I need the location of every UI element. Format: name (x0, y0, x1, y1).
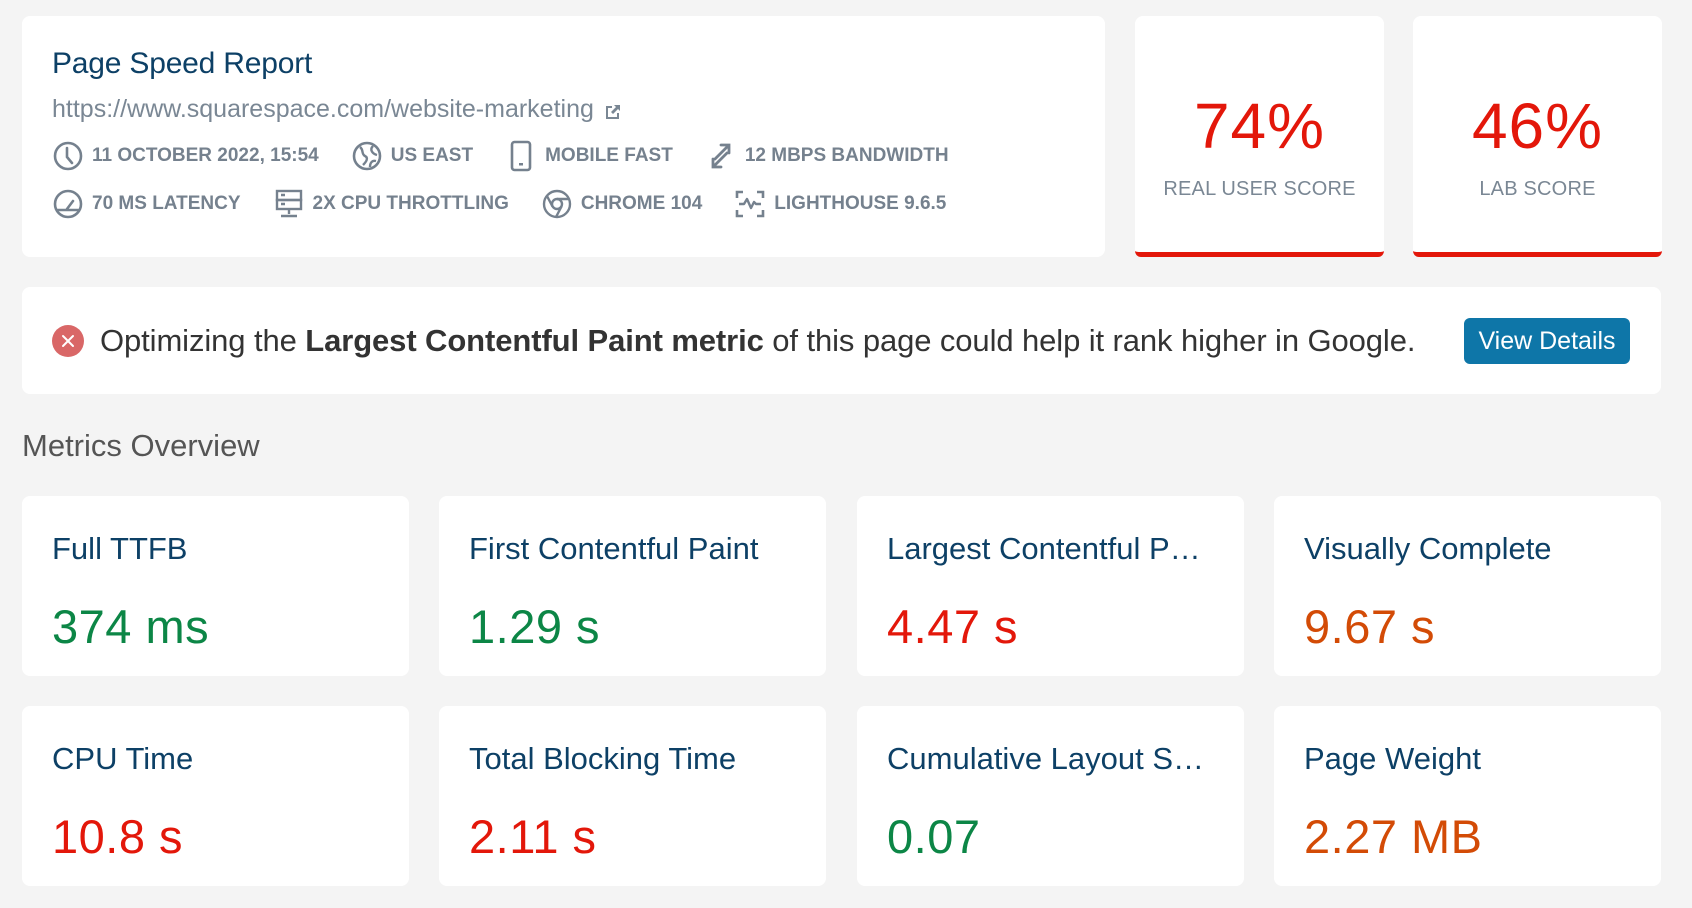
tested-url-link[interactable]: https://www.squarespace.com/website-mark… (52, 94, 594, 124)
metric-title: CPU Time (52, 741, 194, 776)
bandwidth-arrows-icon (711, 143, 731, 169)
test-date: 11 October 2022, 15:54 (52, 140, 319, 172)
recommendation-banner: Optimizing the Largest Contentful Paint … (22, 287, 1661, 394)
test-cpu-label: 2x CPU Throttling (312, 193, 509, 214)
recommendation-metric: Largest Contentful Paint metric (305, 322, 764, 358)
metric-card-visually-complete[interactable]: Visually Complete 9.67 s (1274, 496, 1661, 676)
metric-value: 0.07 (887, 810, 981, 863)
metric-value: 2.11 s (469, 810, 597, 863)
url-row: https://www.squarespace.com/website-mark… (52, 94, 1075, 124)
test-device-label: Mobile Fast (545, 145, 673, 166)
test-lighthouse-label: Lighthouse 9.6.5 (774, 193, 947, 214)
mobile-device-icon (510, 140, 532, 172)
metric-title: Visually Complete (1304, 531, 1552, 566)
lab-score-card[interactable]: 46% Lab Score (1413, 16, 1662, 257)
real-user-score-label: Real User Score (1163, 178, 1356, 200)
metric-card-total-blocking-time[interactable]: Total Blocking Time 2.11 s (439, 706, 826, 886)
metric-title: Full TTFB (52, 531, 188, 566)
test-settings-row-2: 70 ms Latency 2x CPU Throttling Chrome 1… (52, 188, 1075, 220)
metric-value: 2.27 MB (1304, 810, 1483, 863)
metric-value: 9.67 s (1304, 600, 1436, 653)
real-user-score-card[interactable]: 74% Real User Score (1135, 16, 1384, 257)
test-device: Mobile Fast (505, 140, 673, 172)
metric-card-cumulative-layout-shift[interactable]: Cumulative Layout Shift 0.07 (857, 706, 1244, 886)
view-details-button[interactable]: View Details (1464, 318, 1630, 364)
latency-gauge-icon (53, 189, 83, 219)
test-location-label: US East (390, 145, 474, 166)
test-location: US East (351, 140, 473, 172)
metric-card-first-contentful-paint[interactable]: First Contentful Paint 1.29 s (439, 496, 826, 676)
test-bandwidth: 12 Mbps Bandwidth (705, 140, 949, 172)
recommendation-text: Optimizing the Largest Contentful Paint … (100, 323, 1415, 359)
metric-card-full-ttfb[interactable]: Full TTFB 374 ms (22, 496, 409, 676)
metric-value: 1.29 s (469, 600, 601, 653)
chrome-icon (542, 189, 572, 219)
lab-score-value: 46% (1471, 90, 1604, 162)
metric-title: Total Blocking Time (469, 741, 737, 776)
report-header-card: Page Speed Report https://www.squarespac… (22, 16, 1105, 257)
metric-title: Cumulative Layout Shift (887, 741, 1214, 776)
error-x-icon (52, 324, 84, 357)
test-bandwidth-label: 12 Mbps Bandwidth (744, 145, 949, 166)
test-lighthouse-version: Lighthouse 9.6.5 (734, 188, 946, 220)
lighthouse-pulse-icon (735, 190, 765, 218)
globe-icon (352, 141, 382, 171)
test-latency: 70 ms Latency (52, 188, 241, 220)
page-title: Page Speed Report (52, 47, 313, 80)
metric-title: First Contentful Paint (469, 531, 759, 566)
metric-card-page-weight[interactable]: Page Weight 2.27 MB (1274, 706, 1661, 886)
metric-value: 10.8 s (52, 810, 184, 863)
test-latency-label: 70 ms Latency (92, 193, 241, 214)
metric-value: 374 ms (52, 600, 210, 653)
test-browser: Chrome 104 (541, 188, 702, 220)
metric-card-largest-contentful-paint[interactable]: Largest Contentful Paint 4.47 s (857, 496, 1244, 676)
cpu-server-icon (275, 189, 302, 218)
lab-score-label: Lab Score (1479, 178, 1596, 200)
external-link-icon[interactable] (603, 99, 623, 119)
metric-card-cpu-time[interactable]: CPU Time 10.8 s (22, 706, 409, 886)
metric-value: 4.47 s (887, 600, 1019, 653)
test-date-label: 11 October 2022, 15:54 (92, 145, 319, 166)
metrics-overview-heading: Metrics Overview (22, 428, 260, 463)
test-browser-label: Chrome 104 (580, 193, 703, 214)
recommendation-text-suffix: of this page could help it rank higher i… (763, 322, 1416, 358)
recommendation-text-prefix: Optimizing the (100, 322, 306, 358)
metric-title: Largest Contentful Paint (887, 531, 1214, 566)
clock-icon (53, 141, 83, 171)
real-user-score-value: 74% (1193, 90, 1326, 162)
test-cpu-throttling: 2x CPU Throttling (273, 188, 509, 220)
test-settings-row-1: 11 October 2022, 15:54 US East Mobile Fa… (52, 140, 1075, 172)
metric-title: Page Weight (1304, 741, 1481, 776)
